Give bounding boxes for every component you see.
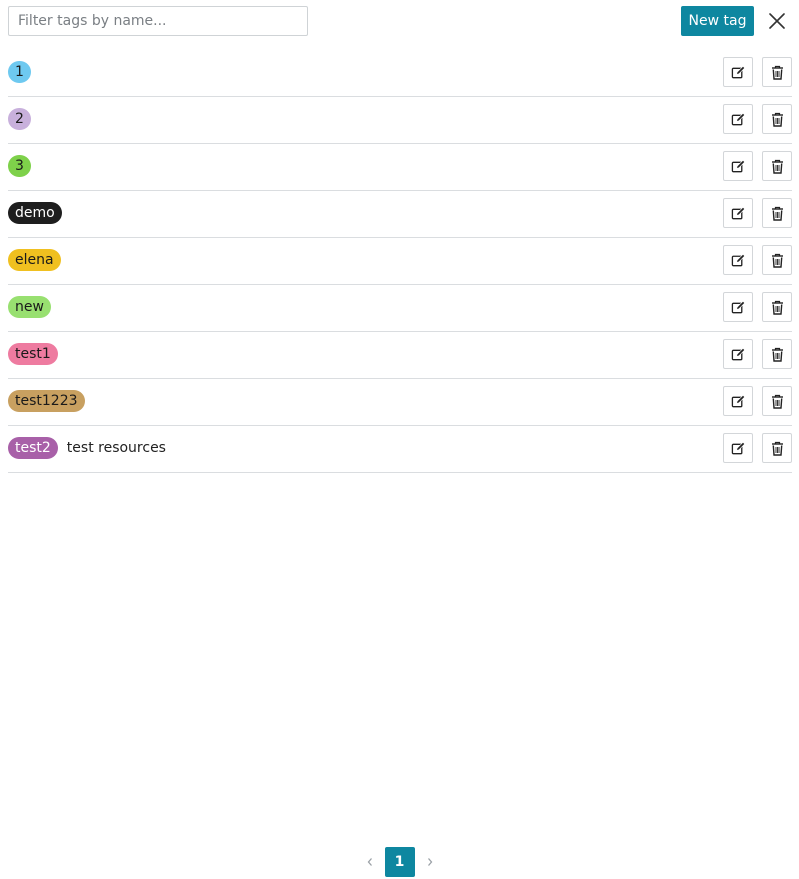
delete-tag-button[interactable] [762, 104, 792, 134]
tag-pill: test2 [8, 437, 58, 459]
tag-row: 2 [8, 97, 792, 144]
edit-tag-button[interactable] [723, 57, 753, 87]
delete-tag-button[interactable] [762, 339, 792, 369]
row-actions [723, 245, 792, 275]
edit-icon [731, 347, 745, 360]
tag-pill: test1 [8, 343, 58, 365]
trash-icon [771, 206, 783, 221]
delete-tag-button[interactable] [762, 245, 792, 275]
delete-tag-button[interactable] [762, 292, 792, 322]
trash-icon [771, 112, 783, 127]
toolbar: New tag [0, 0, 799, 44]
tag-row: demo [8, 191, 792, 238]
edit-tag-button[interactable] [723, 104, 753, 134]
row-actions [723, 433, 792, 463]
edit-tag-button[interactable] [723, 433, 753, 463]
tag-manager: New tag 1 2 3 demo elena new test1 test1223 test… [0, 0, 799, 879]
trash-icon [771, 347, 783, 362]
row-actions [723, 292, 792, 322]
tag-row: test1223 [8, 379, 792, 426]
row-actions [723, 198, 792, 228]
edit-icon [731, 300, 745, 313]
chevron-right-icon [427, 858, 432, 866]
edit-icon [731, 394, 745, 407]
edit-icon [731, 159, 745, 172]
edit-tag-button[interactable] [723, 292, 753, 322]
tag-row: test1 [8, 332, 792, 379]
tag-row: 3 [8, 144, 792, 191]
tag-description: test resources [66, 440, 166, 456]
delete-tag-button[interactable] [762, 57, 792, 87]
row-actions [723, 339, 792, 369]
tag-list: 1 2 3 demo elena new test1 test1223 test2 test re… [8, 50, 792, 473]
page-button-current[interactable]: 1 [384, 847, 415, 877]
row-actions [723, 104, 792, 134]
trash-icon [771, 65, 783, 80]
chevron-left-icon [367, 858, 372, 866]
trash-icon [771, 441, 783, 456]
prev-page-button[interactable] [355, 847, 385, 877]
trash-icon [771, 300, 783, 315]
delete-tag-button[interactable] [762, 198, 792, 228]
tag-pill: demo [8, 202, 62, 224]
trash-icon [771, 253, 783, 268]
trash-icon [771, 159, 783, 174]
delete-tag-button[interactable] [762, 151, 792, 181]
tag-pill: 1 [8, 61, 31, 83]
edit-icon [731, 112, 745, 125]
delete-tag-button[interactable] [762, 433, 792, 463]
row-actions [723, 386, 792, 416]
edit-icon [731, 65, 745, 78]
tag-pill: test1223 [8, 390, 85, 412]
row-actions [723, 57, 792, 87]
edit-tag-button[interactable] [723, 198, 753, 228]
edit-tag-button[interactable] [723, 151, 753, 181]
pagination: 1 [0, 847, 799, 877]
edit-icon [731, 206, 745, 219]
tag-pill: elena [8, 249, 61, 271]
edit-tag-button[interactable] [723, 245, 753, 275]
tag-row: test2 test resources [8, 426, 792, 473]
row-actions [723, 151, 792, 181]
tag-pill: new [8, 296, 51, 318]
new-tag-button[interactable]: New tag [681, 6, 754, 36]
close-button[interactable] [765, 9, 789, 33]
tag-pill: 2 [8, 108, 31, 130]
next-page-button[interactable] [415, 847, 445, 877]
delete-tag-button[interactable] [762, 386, 792, 416]
close-icon [769, 13, 785, 29]
tag-row: 1 [8, 50, 792, 97]
tag-row: elena [8, 238, 792, 285]
edit-tag-button[interactable] [723, 386, 753, 416]
tag-row: new [8, 285, 792, 332]
filter-tags-input[interactable] [8, 6, 308, 36]
tag-pill: 3 [8, 155, 31, 177]
trash-icon [771, 394, 783, 409]
edit-icon [731, 253, 745, 266]
edit-tag-button[interactable] [723, 339, 753, 369]
edit-icon [731, 441, 745, 454]
